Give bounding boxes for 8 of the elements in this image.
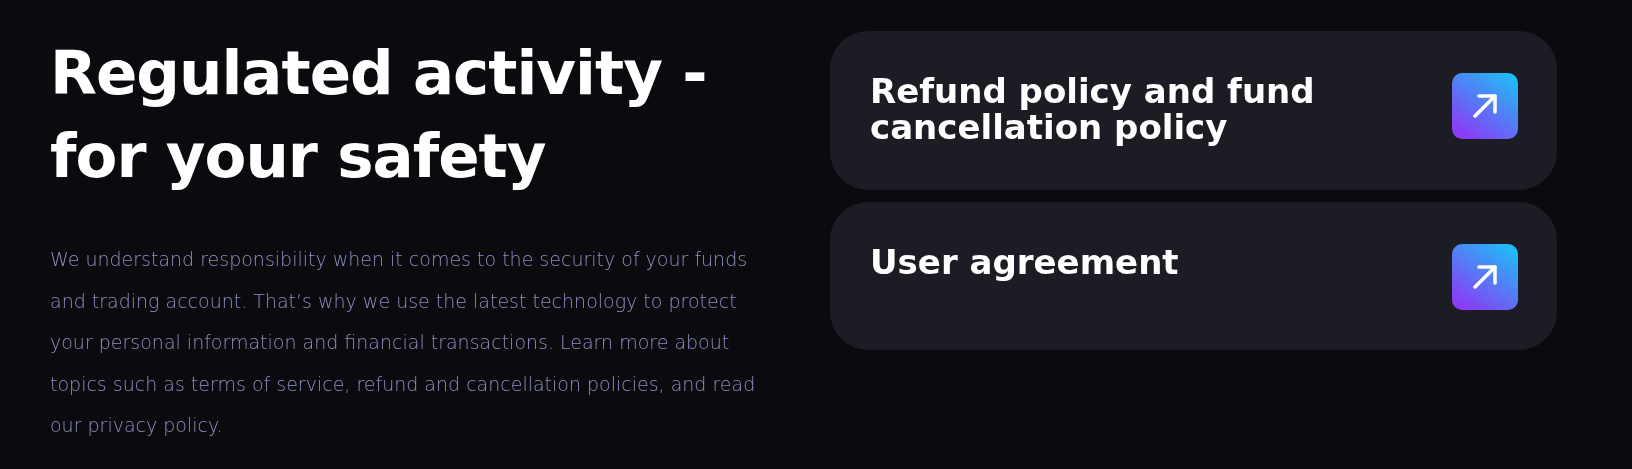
arrow-icon-button[interactable] — [1452, 73, 1518, 139]
section-heading: Regulated activity - for your safety — [50, 36, 708, 193]
description-paragraph: We understand responsibility when it comes to the security of your funds and trading account. That’s why we use the latest technology to protect your personal information and financial transactions. Learn more about topics such as terms of service, refund and cancellation policies, and read our privacy policy. — [50, 247, 757, 438]
policy-card[interactable]: User agreement — [830, 202, 1557, 350]
arrow-icon-button[interactable] — [1452, 244, 1518, 310]
policy-card[interactable]: Refund policy and fund cancellation policy — [830, 31, 1557, 190]
card-title: Refund policy and fund cancellation policy — [870, 73, 1316, 145]
card-title: User agreement — [870, 244, 1180, 280]
